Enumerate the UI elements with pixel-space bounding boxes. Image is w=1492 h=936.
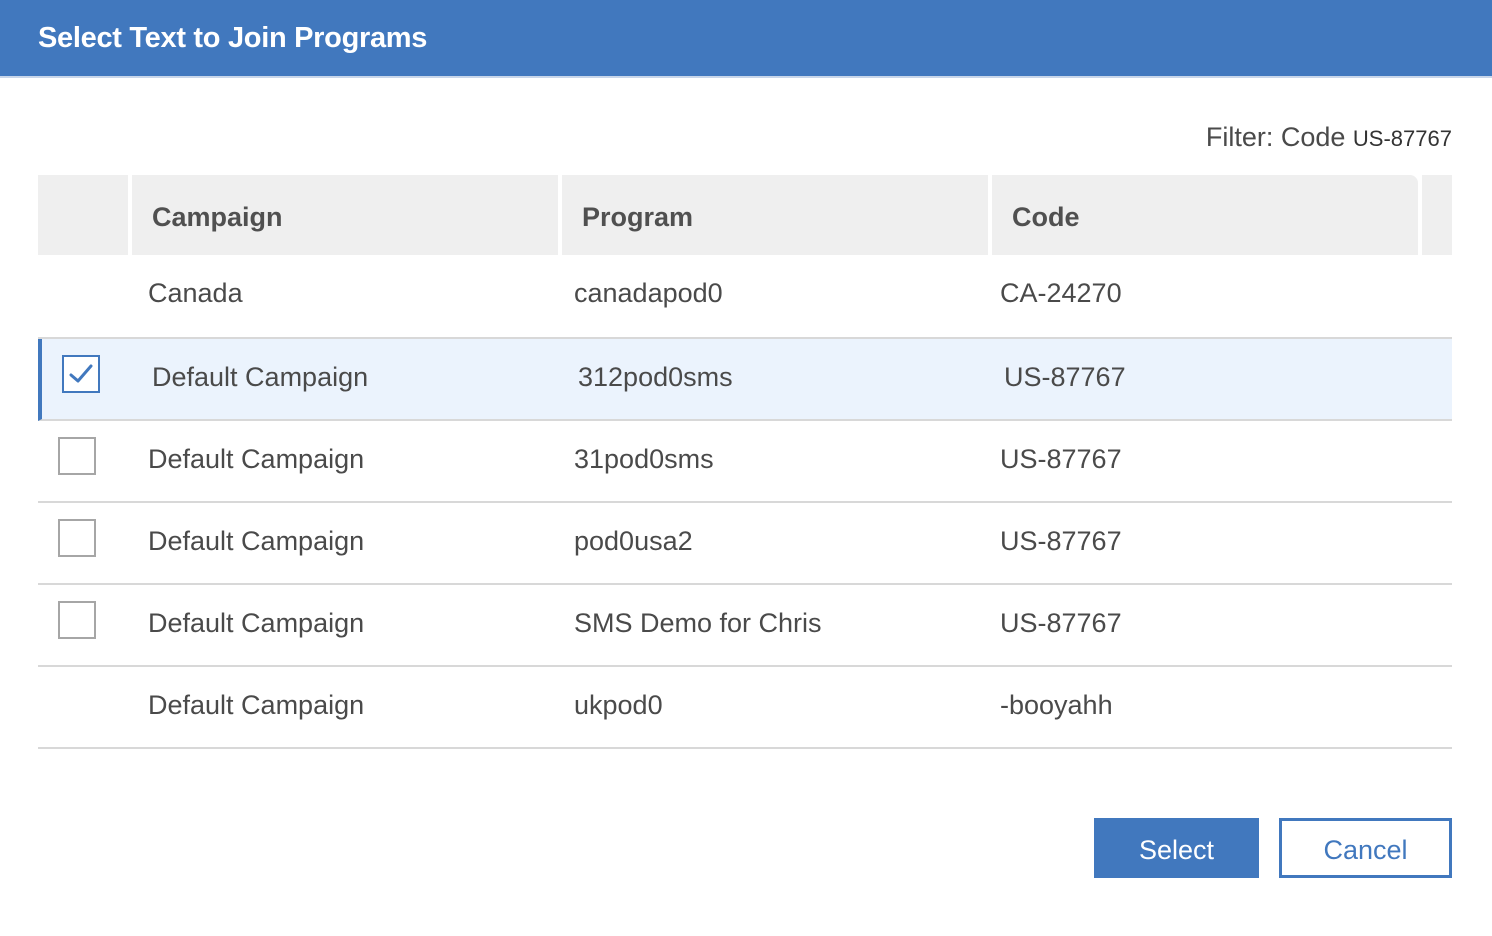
dialog-title: Select Text to Join Programs (38, 22, 428, 54)
code-cell: US-87767 (1000, 444, 1122, 474)
row-checkbox[interactable] (58, 601, 96, 639)
cancel-button[interactable]: Cancel (1279, 818, 1452, 878)
code-cell: US-87767 (1000, 608, 1122, 638)
column-header-spacer (1422, 175, 1452, 255)
row-checkbox[interactable] (58, 437, 96, 475)
column-header-campaign[interactable]: Campaign (132, 175, 558, 255)
program-cell: ukpod0 (574, 690, 663, 720)
select-button[interactable]: Select (1094, 818, 1259, 878)
program-cell: pod0usa2 (574, 526, 693, 556)
table-row[interactable]: Default Campaign 312pod0sms US-87767 (38, 339, 1452, 421)
filter-value: US-87767 (1352, 126, 1452, 151)
campaign-cell: Default Campaign (148, 690, 365, 720)
table-row[interactable]: Default Campaign ukpod0 -booyahh (38, 667, 1452, 749)
checkmark-icon (69, 364, 93, 383)
table-row[interactable]: Default Campaign pod0usa2 US-87767 (38, 503, 1452, 585)
row-checkbox[interactable] (62, 355, 100, 393)
campaign-cell: Default Campaign (148, 526, 365, 556)
campaign-cell: Canada (148, 278, 243, 308)
table-row[interactable]: Default Campaign 31pod0sms US-87767 (38, 421, 1452, 503)
campaign-cell: Default Campaign (148, 608, 365, 638)
campaign-cell: Default Campaign (148, 444, 365, 474)
program-cell: 312pod0sms (578, 362, 733, 392)
table-row[interactable]: Default Campaign SMS Demo for Chris US-8… (38, 585, 1452, 667)
filter-label: Filter: Code (1205, 122, 1346, 152)
campaign-cell: Default Campaign (152, 362, 369, 392)
column-header-code[interactable]: Code (992, 175, 1418, 255)
row-checkbox[interactable] (58, 519, 96, 557)
table-header: Campaign Program Code (38, 175, 1452, 255)
program-cell: SMS Demo for Chris (574, 608, 822, 638)
code-cell: -booyahh (1000, 690, 1113, 720)
dialog-header: Select Text to Join Programs (0, 0, 1492, 78)
code-cell: CA-24270 (1000, 278, 1122, 308)
code-cell: US-87767 (1000, 526, 1122, 556)
program-cell: canadapod0 (574, 278, 723, 308)
column-header-select (38, 175, 128, 255)
code-cell: US-87767 (1004, 362, 1126, 392)
column-header-program[interactable]: Program (562, 175, 988, 255)
table-row[interactable]: Canada canadapod0 CA-24270 (38, 255, 1452, 339)
programs-table: Campaign Program Code Canada canadapod0 … (38, 175, 1452, 749)
filter-summary: Filter: Code US-87767 (1206, 122, 1452, 153)
program-cell: 31pod0sms (574, 444, 714, 474)
